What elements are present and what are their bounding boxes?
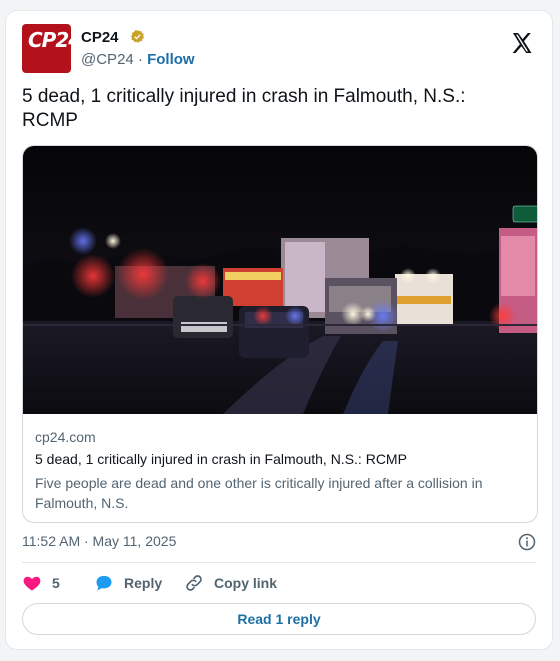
- x-logo-icon[interactable]: [510, 31, 534, 55]
- tweet-actions: 5 Reply Copy link: [22, 571, 536, 595]
- divider: [22, 562, 536, 563]
- reply-button[interactable]: Reply: [94, 573, 162, 593]
- like-count: 5: [52, 575, 60, 591]
- author-handle-line: @CP24 · Follow: [81, 51, 195, 68]
- verified-badge-icon: [130, 29, 144, 43]
- avatar[interactable]: CP24: [22, 24, 71, 73]
- tweet-header: CP24 CP24 @CP24 · Follow: [22, 23, 536, 73]
- news-photo: [23, 146, 537, 414]
- follow-link[interactable]: Follow: [147, 51, 195, 68]
- reply-bubble-icon: [96, 575, 112, 591]
- tweet-embed-card: CP24 CP24 @CP24 · Follow 5 dead, 1 criti…: [5, 10, 553, 650]
- link-description: Five people are dead and one other is cr…: [35, 475, 483, 511]
- link-title: 5 dead, 1 critically injured in crash in…: [35, 451, 407, 467]
- copy-link-label: Copy link: [214, 575, 278, 591]
- tweet-timestamp[interactable]: 11:52 AM · May 11, 2025: [22, 533, 176, 549]
- copy-link-button[interactable]: Copy link: [184, 573, 277, 593]
- like-button[interactable]: 5: [22, 573, 60, 593]
- link-domain: cp24.com: [35, 429, 96, 445]
- reply-label: Reply: [124, 575, 163, 591]
- author-name[interactable]: CP24: [81, 29, 119, 46]
- heart-icon: [23, 576, 41, 591]
- avatar-logo: CP24: [28, 28, 71, 52]
- author-handle[interactable]: @CP24: [81, 51, 134, 68]
- link-card[interactable]: cp24.com 5 dead, 1 critically injured in…: [22, 145, 538, 523]
- read-replies-button[interactable]: Read 1 reply: [22, 603, 536, 635]
- info-icon[interactable]: [518, 533, 536, 551]
- tweet-text: 5 dead, 1 critically injured in crash in…: [22, 86, 466, 131]
- link-icon: [186, 575, 202, 591]
- handle-separator: ·: [137, 51, 143, 68]
- link-card-meta: cp24.com 5 dead, 1 critically injured in…: [23, 415, 537, 513]
